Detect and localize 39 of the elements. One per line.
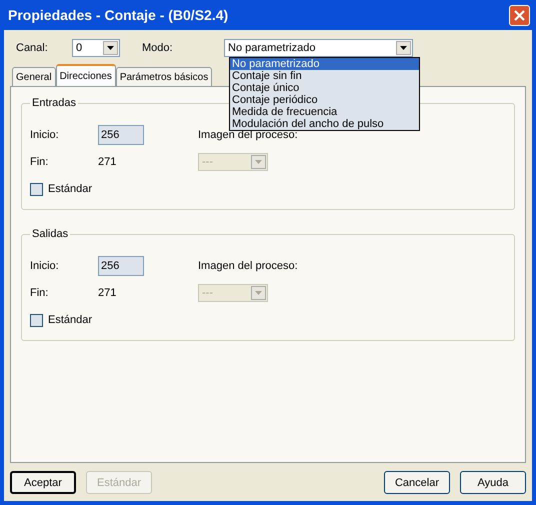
dropdown-option[interactable]: Medida de frecuencia (230, 106, 419, 118)
dropdown-option[interactable]: Contaje sin fin (230, 70, 419, 82)
tab[interactable]: General (12, 67, 56, 86)
field-label: Fin: (30, 156, 50, 168)
field-label: Inicio: (30, 129, 60, 141)
tab[interactable]: Direcciones (56, 64, 116, 86)
caret-icon (255, 160, 262, 164)
field-value: 271 (98, 156, 118, 168)
dropdown-option[interactable]: Contaje periódico (230, 94, 419, 106)
group-title: Entradas (31, 97, 78, 109)
dropdown-option[interactable]: Modulación del ancho de pulso (230, 118, 419, 130)
dialog-button[interactable]: Aceptar (10, 471, 76, 494)
field-label: Imagen del proceso: (198, 129, 298, 141)
group-title: Salidas (31, 228, 70, 240)
close-icon (514, 10, 525, 20)
window-title: Propiedades - Contaje - (B0/S2.4) (8, 7, 228, 23)
field-value: 271 (98, 287, 118, 299)
checkbox[interactable] (30, 314, 43, 326)
input-field[interactable]: 256 (98, 256, 144, 276)
caret-icon (107, 46, 114, 50)
caret-icon (255, 291, 262, 295)
checkbox-label[interactable]: Estándar (48, 183, 92, 195)
field-label: Canal: (16, 42, 49, 54)
caret-icon (400, 46, 407, 50)
checkbox-label[interactable]: Estándar (48, 314, 92, 326)
checkbox[interactable] (30, 182, 43, 196)
close-button[interactable] (509, 4, 530, 26)
dropdown-option[interactable]: No parametrizado (230, 58, 419, 70)
dialog-button[interactable]: Ayuda (460, 471, 526, 494)
tab[interactable]: Parámetros básicos (116, 67, 212, 86)
dropdown-option[interactable]: Contaje único (230, 82, 419, 94)
field-label: Imagen del proceso: (198, 260, 298, 272)
input-field[interactable]: 256 (98, 125, 144, 145)
field-label: Fin: (30, 287, 50, 299)
dialog-button[interactable]: Cancelar (384, 471, 450, 494)
field-label: Modo: (142, 42, 174, 54)
mode-dropdown[interactable]: No parametrizado (224, 39, 413, 57)
field-label: Inicio: (30, 260, 60, 272)
canal-dropdown[interactable]: 0 (72, 39, 120, 57)
